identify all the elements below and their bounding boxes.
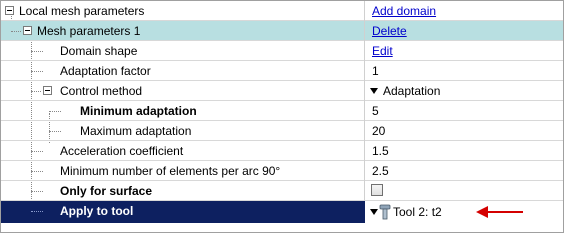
acceleration-coefficient-value[interactable]: 1.5: [372, 144, 389, 158]
adaptation-factor-value[interactable]: 1: [372, 64, 379, 78]
collapse-box-icon[interactable]: [43, 86, 52, 95]
row-label: Local mesh parameters: [19, 4, 145, 18]
row-control-method[interactable]: Control method Adaptation: [1, 81, 563, 101]
row-label: Domain shape: [60, 44, 138, 58]
row-local-mesh-parameters[interactable]: Local mesh parameters Add domain: [1, 1, 563, 21]
row-name-cell: Acceleration coefficient: [1, 141, 365, 161]
row-value-cell: Adaptation: [365, 81, 563, 101]
maximum-adaptation-value[interactable]: 20: [372, 124, 385, 138]
edit-link[interactable]: Edit: [372, 44, 393, 58]
triangle-down-icon[interactable]: [370, 209, 378, 215]
row-minimum-adaptation[interactable]: Minimum adaptation 5: [1, 101, 563, 121]
red-arrow-icon: [486, 211, 523, 213]
control-method-value[interactable]: Adaptation: [383, 84, 440, 98]
row-label: Adaptation factor: [60, 64, 151, 78]
tree-connector: [11, 31, 21, 32]
row-value-cell: Add domain: [365, 1, 563, 21]
row-name-cell: Minimum adaptation: [1, 101, 365, 121]
delete-link[interactable]: Delete: [372, 24, 407, 38]
row-name-cell: Apply to tool: [1, 201, 365, 223]
minimum-adaptation-value[interactable]: 5: [372, 104, 379, 118]
min-elements-per-arc-value[interactable]: 2.5: [372, 164, 389, 178]
row-value-cell: Tool 2: t2: [365, 201, 563, 223]
row-label: Mesh parameters 1: [37, 24, 141, 38]
tree-connector: [49, 131, 61, 132]
row-name-cell: Maximum adaptation: [1, 121, 365, 141]
row-label: Maximum adaptation: [80, 124, 192, 138]
row-mesh-parameters-1[interactable]: Mesh parameters 1 Delete: [1, 21, 563, 41]
row-adaptation-factor[interactable]: Adaptation factor 1: [1, 61, 563, 81]
row-value-cell: 2.5: [365, 161, 563, 181]
row-name-cell: Control method: [1, 81, 365, 101]
row-value-cell: 5: [365, 101, 563, 121]
row-apply-to-tool[interactable]: Apply to tool Tool 2: t2: [1, 201, 563, 223]
row-label: Apply to tool: [60, 204, 134, 218]
row-only-for-surface[interactable]: Only for surface: [1, 181, 563, 201]
collapse-box-icon[interactable]: [23, 26, 32, 35]
row-min-elements-per-arc[interactable]: Minimum number of elements per arc 90° 2…: [1, 161, 563, 181]
tree-connector: [31, 151, 43, 152]
tree-connector: [31, 51, 43, 52]
row-label: Control method: [60, 84, 143, 98]
row-value-cell: Delete: [365, 21, 563, 41]
row-name-cell: Minimum number of elements per arc 90°: [1, 161, 365, 181]
tree-connector: [49, 111, 61, 112]
property-grid: Local mesh parameters Add domain Mesh pa…: [0, 0, 564, 233]
tree-connector: [31, 71, 43, 72]
row-name-cell: Local mesh parameters: [1, 1, 365, 21]
row-value-cell: Edit: [365, 41, 563, 61]
row-label: Minimum adaptation: [80, 104, 197, 118]
add-domain-link[interactable]: Add domain: [372, 4, 436, 18]
row-label: Acceleration coefficient: [60, 144, 184, 158]
tree-connector: [31, 191, 43, 192]
apply-to-tool-value[interactable]: Tool 2: t2: [393, 205, 442, 219]
row-name-cell: Only for surface: [1, 181, 365, 201]
collapse-box-icon[interactable]: [5, 6, 14, 15]
row-value-cell: 1: [365, 61, 563, 81]
only-for-surface-checkbox[interactable]: [371, 184, 383, 196]
row-label: Only for surface: [60, 184, 153, 198]
row-maximum-adaptation[interactable]: Maximum adaptation 20: [1, 121, 563, 141]
tool-icon: [379, 204, 391, 223]
row-label: Minimum number of elements per arc 90°: [60, 164, 281, 178]
tree-connector: [31, 91, 41, 92]
row-acceleration-coefficient[interactable]: Acceleration coefficient 1.5: [1, 141, 563, 161]
row-name-cell: Domain shape: [1, 41, 365, 61]
triangle-down-icon[interactable]: [370, 88, 378, 94]
row-name-cell: Mesh parameters 1: [1, 21, 365, 41]
tree-connector: [31, 171, 43, 172]
row-value-cell: 20: [365, 121, 563, 141]
tree-connector: [31, 211, 43, 212]
row-value-cell: 1.5: [365, 141, 563, 161]
row-value-cell: [365, 181, 563, 201]
row-name-cell: Adaptation factor: [1, 61, 365, 81]
row-domain-shape[interactable]: Domain shape Edit: [1, 41, 563, 61]
